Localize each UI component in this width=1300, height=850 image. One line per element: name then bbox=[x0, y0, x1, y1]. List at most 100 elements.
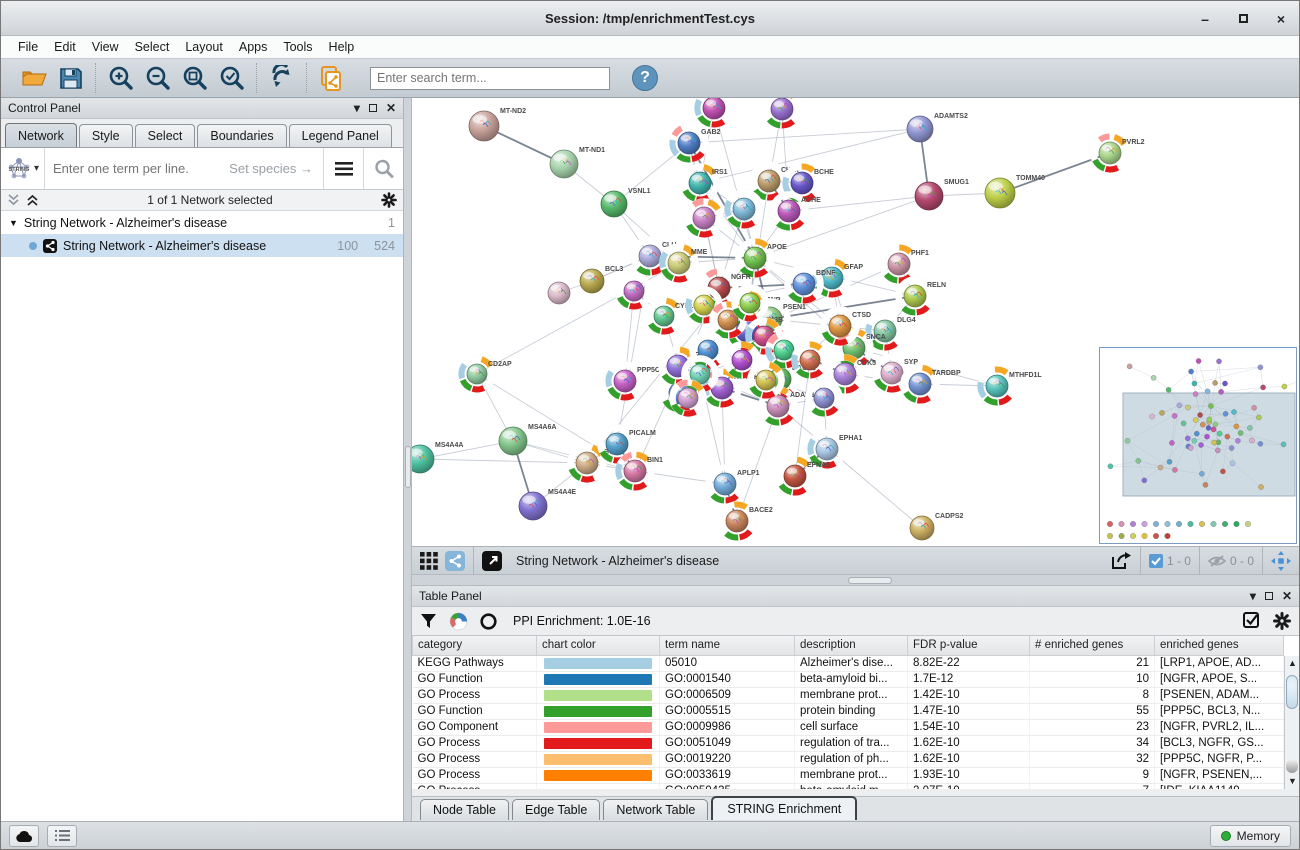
menu-layout[interactable]: Layout bbox=[178, 38, 230, 56]
network-node[interactable]: GAB2 bbox=[670, 124, 721, 163]
network-node[interactable]: TOMM40 bbox=[985, 175, 1045, 208]
menu-select[interactable]: Select bbox=[128, 38, 177, 56]
table-scrollbar[interactable]: ▲ ▼ bbox=[1284, 656, 1299, 789]
open-session-icon[interactable] bbox=[20, 65, 47, 92]
panel-menu-icon[interactable]: ▾ bbox=[354, 101, 360, 115]
string-view-icon[interactable] bbox=[445, 551, 465, 571]
network-options-gear-icon[interactable] bbox=[381, 192, 397, 208]
tree-expand-icon[interactable]: ▼ bbox=[9, 218, 18, 228]
tab-boundaries[interactable]: Boundaries bbox=[197, 124, 286, 147]
tab-network-table[interactable]: Network Table bbox=[603, 799, 708, 820]
export-network-icon[interactable] bbox=[1110, 551, 1132, 571]
network-node[interactable]: ADAMTS2 bbox=[907, 113, 968, 142]
detach-view-icon[interactable] bbox=[482, 551, 502, 571]
column-header--enriched-genes[interactable]: # enriched genes bbox=[1030, 636, 1155, 655]
refresh-icon[interactable] bbox=[268, 65, 295, 92]
help-icon[interactable]: ? bbox=[632, 65, 658, 91]
tab-style[interactable]: Style bbox=[79, 124, 133, 147]
panel-close-icon[interactable]: ✕ bbox=[386, 101, 396, 115]
column-header-description[interactable]: description bbox=[795, 636, 908, 655]
maximize-button[interactable] bbox=[1235, 11, 1251, 27]
network-node[interactable] bbox=[548, 282, 570, 304]
tab-network[interactable]: Network bbox=[5, 123, 77, 147]
network-node[interactable] bbox=[748, 362, 785, 399]
search-input[interactable] bbox=[370, 67, 610, 90]
column-header-chart-color[interactable]: chart color bbox=[537, 636, 660, 655]
table-row[interactable]: GO ProcessGO:0050435beta-amyloid m...2.0… bbox=[413, 783, 1284, 789]
network-node[interactable]: ACHE bbox=[770, 192, 821, 231]
network-node[interactable]: PVRL2 bbox=[1091, 134, 1145, 173]
network-node[interactable]: BIN1 bbox=[616, 452, 663, 491]
task-history-button[interactable] bbox=[47, 825, 77, 847]
selected-checkbox-icon[interactable] bbox=[1149, 554, 1163, 568]
network-node[interactable] bbox=[695, 98, 734, 127]
network-node[interactable] bbox=[725, 190, 764, 229]
network-node[interactable]: EFNA5 bbox=[776, 457, 830, 496]
string-options-icon[interactable] bbox=[323, 148, 363, 189]
network-node[interactable]: MS4A4A bbox=[412, 442, 463, 473]
column-header-category[interactable]: category bbox=[413, 636, 537, 655]
panel-close-icon[interactable]: ✕ bbox=[1282, 589, 1292, 603]
zoom-out-icon[interactable] bbox=[144, 65, 171, 92]
network-node[interactable] bbox=[732, 285, 769, 322]
zoom-in-icon[interactable] bbox=[107, 65, 134, 92]
panel-float-icon[interactable] bbox=[369, 104, 377, 112]
panel-float-icon[interactable] bbox=[1265, 592, 1273, 600]
network-from-file-icon[interactable] bbox=[318, 65, 345, 92]
network-node[interactable]: MS4A4E bbox=[519, 489, 576, 520]
species-selector[interactable]: Set species → bbox=[229, 161, 323, 176]
minimize-button[interactable]: – bbox=[1197, 11, 1213, 27]
enrichment-chart-icon[interactable] bbox=[449, 612, 468, 631]
menu-tools[interactable]: Tools bbox=[276, 38, 319, 56]
table-row[interactable]: GO FunctionGO:0001540beta-amyloid bi...1… bbox=[413, 671, 1284, 687]
tab-node-table[interactable]: Node Table bbox=[420, 799, 509, 820]
expand-all-icon[interactable] bbox=[26, 194, 39, 206]
tab-legend-panel[interactable]: Legend Panel bbox=[289, 124, 392, 147]
menu-help[interactable]: Help bbox=[322, 38, 362, 56]
network-node[interactable] bbox=[685, 199, 724, 238]
network-collection-row[interactable]: ▼ String Network - Alzheimer's disease 1 bbox=[1, 211, 403, 234]
vertical-splitter[interactable] bbox=[404, 98, 412, 821]
network-node[interactable]: PPP5C bbox=[606, 362, 660, 401]
network-node[interactable]: CADPS2 bbox=[910, 513, 964, 540]
string-search-icon[interactable] bbox=[363, 148, 403, 189]
network-canvas[interactable]: MT-ND2MT-ND1VSNL1SMUG1TOMM40PVRL2ADAMTS2… bbox=[412, 98, 1299, 546]
horizontal-splitter[interactable] bbox=[412, 574, 1299, 586]
network-row[interactable]: String Network - Alzheimer's disease 100… bbox=[1, 234, 403, 257]
tab-string-enrichment[interactable]: STRING Enrichment bbox=[711, 796, 857, 820]
network-node[interactable]: TARDBP bbox=[901, 365, 961, 404]
hidden-eye-icon[interactable] bbox=[1208, 554, 1226, 568]
close-button[interactable]: × bbox=[1273, 11, 1289, 27]
network-node[interactable]: MT-ND1 bbox=[550, 147, 605, 178]
minimap-viewport[interactable] bbox=[1123, 393, 1295, 496]
network-node[interactable] bbox=[792, 342, 829, 379]
birds-eye-view[interactable] bbox=[1099, 347, 1297, 544]
filter-icon[interactable] bbox=[420, 613, 437, 630]
network-node[interactable]: CD2AP bbox=[459, 356, 512, 393]
network-node[interactable]: VSNL1 bbox=[601, 188, 651, 217]
network-node[interactable] bbox=[670, 380, 707, 417]
table-row[interactable]: GO ProcessGO:0051049regulation of tra...… bbox=[413, 735, 1284, 751]
network-node[interactable]: BACE2 bbox=[718, 502, 773, 541]
zoom-fit-icon[interactable] bbox=[181, 65, 208, 92]
column-header-FDR-p-value[interactable]: FDR p-value bbox=[908, 636, 1030, 655]
string-logo-icon[interactable]: STRING ▾ bbox=[1, 148, 45, 189]
splitter-handle[interactable] bbox=[405, 446, 411, 488]
grid-mode-icon[interactable] bbox=[420, 552, 438, 570]
table-row[interactable]: GO ComponentGO:0009986cell surface1.54E-… bbox=[413, 719, 1284, 735]
memory-button[interactable]: Memory bbox=[1210, 825, 1291, 847]
menu-apps[interactable]: Apps bbox=[232, 38, 275, 56]
network-node[interactable]: APLP1 bbox=[706, 465, 760, 504]
tab-edge-table[interactable]: Edge Table bbox=[512, 799, 600, 820]
column-header-term-name[interactable]: term name bbox=[660, 636, 795, 655]
network-node[interactable]: CLU bbox=[631, 237, 677, 276]
network-node[interactable] bbox=[806, 380, 843, 417]
splitter-handle[interactable] bbox=[848, 577, 892, 584]
tab-select[interactable]: Select bbox=[135, 124, 196, 147]
string-query-input[interactable] bbox=[45, 161, 229, 176]
table-row[interactable]: GO ProcessGO:0006509membrane prot...1.42… bbox=[413, 687, 1284, 703]
scrollbar-thumb[interactable] bbox=[1286, 675, 1298, 709]
table-row[interactable]: KEGG Pathways05010Alzheimer's dise...8.8… bbox=[413, 655, 1284, 671]
network-node[interactable]: MS4A6A bbox=[499, 424, 556, 455]
network-node[interactable]: CTSD bbox=[821, 307, 871, 346]
